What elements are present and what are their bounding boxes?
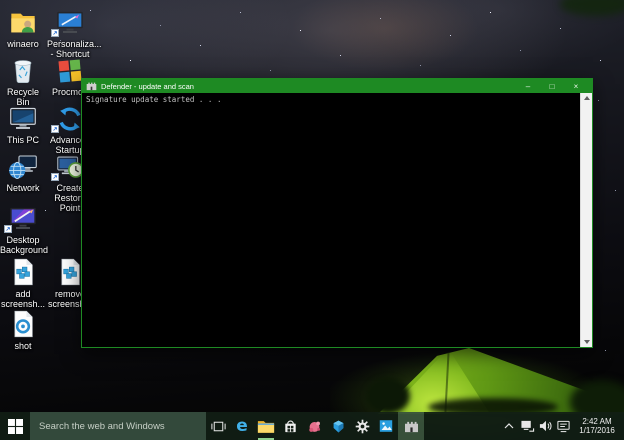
gear-icon [355,419,369,433]
foliage-silhouette [560,0,624,16]
recycle-bin-icon [0,54,46,84]
task-view-icon [210,421,226,431]
defender-console-icon [86,81,97,91]
shortcut-arrow-badge [51,173,59,181]
network-tray-button[interactable] [518,419,536,433]
desktop-icon-label: Network [6,183,40,193]
file-explorer-button[interactable] [254,412,278,440]
desktop-icon-label: This PC [6,135,39,145]
store-button[interactable] [278,412,302,440]
defender-console-taskbar-button[interactable] [398,412,424,440]
settings-button[interactable] [350,412,374,440]
shortcut-arrow-badge [4,225,12,233]
store-icon [284,420,296,432]
desktop: winaero Personaliza... - Shortcut Recycl… [0,0,624,440]
windows-logo-icon [7,418,23,434]
ethernet-icon [520,420,534,432]
search-input[interactable] [30,412,206,440]
display-pencil-icon [0,202,46,233]
desktop-icon-label: shot [14,341,32,351]
pinned-app-blue-button[interactable] [326,412,350,440]
shortcut-arrow-badge [51,125,59,133]
chevron-up-icon [504,423,514,429]
taskbar-clock[interactable]: 2:42 AM 1/17/2016 [574,417,620,436]
pink-app-icon [308,421,320,432]
window-title: Defender - update and scan [101,81,194,91]
action-center-icon [556,420,570,433]
photos-icon [379,420,393,432]
shortcut-arrow-badge [51,29,59,37]
computer-monitor-icon [0,102,46,132]
display-brush-icon [47,6,93,37]
desktop-icon-label: add screensh... [0,289,46,309]
vertical-scrollbar[interactable] [580,93,592,347]
start-button[interactable] [0,412,30,440]
desktop-icon-network[interactable]: Network [0,150,46,193]
tray-expand-button[interactable] [500,422,518,430]
desktop-icon-label: Desktop Background [0,235,49,255]
tray-date: 1/17/2016 [579,426,615,435]
desktop-icon-add-screenshot[interactable]: add screensh... [0,256,46,309]
action-center-button[interactable] [554,419,572,433]
defender-console-icon [404,421,418,432]
taskbar: e [0,412,624,440]
desktop-icon-recycle-bin[interactable]: Recycle Bin [0,54,46,107]
blue-app-icon [333,420,343,433]
scroll-down-icon[interactable] [581,337,593,347]
console-output-line: Signature update started . . . [86,95,222,104]
network-globe-icon [0,150,46,180]
desktop-icon-shot[interactable]: shot [0,308,46,351]
target-file-icon [0,308,46,338]
minimize-button[interactable]: – [516,80,540,93]
pinned-app-pink-button[interactable] [302,412,326,440]
file-explorer-icon [257,420,275,433]
scroll-up-icon[interactable] [581,93,593,103]
console-output-area[interactable]: Signature update started . . . [82,93,592,347]
maximize-button[interactable]: □ [540,80,564,93]
registry-file-icon [0,256,46,286]
desktop-icon-personalization-shortcut[interactable]: Personaliza... - Shortcut [47,6,102,59]
volume-tray-button[interactable] [536,419,554,433]
speaker-icon [539,420,551,432]
tray-time: 2:42 AM [582,416,612,426]
star-field [0,0,1,1]
console-window: Defender - update and scan – □ × Signatu… [81,78,593,348]
desktop-icon-this-pc[interactable]: This PC [0,102,46,145]
photos-button[interactable] [374,412,398,440]
console-titlebar[interactable]: Defender - update and scan – □ × [82,79,592,93]
close-button[interactable]: × [564,80,588,93]
desktop-icon-label: winaero [7,39,39,49]
task-view-button[interactable] [206,412,230,440]
desktop-icon-desktop-background[interactable]: Desktop Background [0,202,49,255]
folder-user-icon [0,6,46,36]
desktop-icon-winaero[interactable]: winaero [0,6,46,49]
edge-icon: e [236,415,248,436]
edge-button[interactable]: e [230,412,254,440]
